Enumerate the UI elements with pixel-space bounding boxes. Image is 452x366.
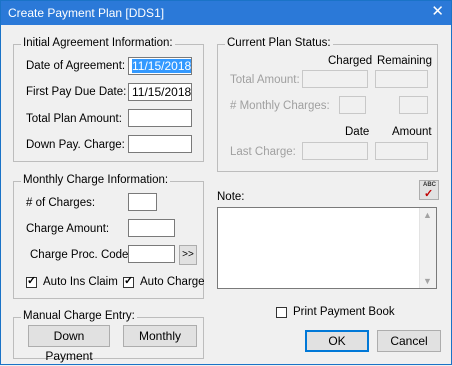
- title-bar[interactable]: Create Payment Plan [DDS1] ✕: [1, 1, 451, 25]
- charged-header: Charged: [328, 55, 373, 67]
- checkmark-icon: ✓: [27, 275, 37, 287]
- monthly-button[interactable]: Monthly: [123, 325, 197, 347]
- note-textarea[interactable]: ▲ ▼: [217, 207, 437, 289]
- date-of-agreement-label: Date of Agreement:: [26, 60, 126, 72]
- down-pay-charge-field[interactable]: [128, 135, 192, 153]
- print-payment-book-label[interactable]: Print Payment Book: [293, 306, 395, 318]
- create-payment-plan-dialog: Create Payment Plan [DDS1] ✕ Initial Agr…: [0, 0, 452, 365]
- proc-code-lookup-button[interactable]: >>: [179, 245, 197, 265]
- monthly-charge-group-label: Monthly Charge Information:: [21, 174, 171, 186]
- ok-button[interactable]: OK: [305, 330, 369, 352]
- total-plan-amount-label: Total Plan Amount:: [26, 113, 122, 125]
- charge-amount-label: Charge Amount:: [26, 223, 110, 235]
- first-pay-due-label: First Pay Due Date:: [26, 86, 127, 98]
- initial-agreement-group-label: Initial Agreement Information:: [21, 37, 175, 49]
- spellcheck-icon: ✓: [424, 188, 434, 200]
- last-charge-date-field: [302, 142, 368, 160]
- num-charges-label: # of Charges:: [26, 197, 96, 209]
- print-payment-book-checkbox[interactable]: [276, 307, 287, 318]
- num-charges-field[interactable]: [128, 193, 157, 211]
- total-plan-amount-field[interactable]: [128, 109, 192, 127]
- checkmark-icon: ✓: [124, 275, 134, 287]
- amount-header: Amount: [392, 126, 432, 138]
- date-of-agreement-field[interactable]: 11/15/2018: [128, 57, 192, 75]
- close-icon[interactable]: ✕: [431, 4, 444, 20]
- auto-ins-claim-label[interactable]: Auto Ins Claim: [43, 276, 118, 288]
- down-pay-charge-label: Down Pay. Charge:: [26, 139, 125, 151]
- scroll-down-icon[interactable]: ▼: [423, 276, 432, 286]
- scroll-up-icon[interactable]: ▲: [423, 210, 432, 220]
- last-charge-amount-field: [375, 142, 428, 160]
- date-header: Date: [345, 126, 370, 138]
- window-title: Create Payment Plan [DDS1]: [8, 6, 165, 20]
- total-amount-label: Total Amount:: [230, 74, 300, 86]
- monthly-charges-remaining-field: [399, 96, 428, 114]
- current-plan-status-group-label: Current Plan Status:: [225, 37, 333, 49]
- total-amount-remaining-field: [375, 70, 428, 88]
- auto-charge-checkbox[interactable]: ✓: [123, 275, 134, 288]
- remaining-header: Remaining: [377, 55, 432, 67]
- charge-amount-field[interactable]: [128, 219, 175, 237]
- auto-charge-label[interactable]: Auto Charge: [140, 276, 205, 288]
- note-label: Note:: [217, 191, 245, 203]
- monthly-charges-charged-field: [339, 96, 366, 114]
- cancel-button[interactable]: Cancel: [377, 330, 441, 352]
- first-pay-due-field[interactable]: 11/15/2018: [128, 83, 192, 101]
- manual-charge-group-label: Manual Charge Entry:: [21, 310, 137, 322]
- spellcheck-button[interactable]: ABC ✓: [419, 180, 439, 200]
- monthly-charges-label: # Monthly Charges:: [230, 100, 330, 112]
- total-amount-charged-field: [302, 70, 368, 88]
- charge-proc-code-field[interactable]: [128, 245, 175, 263]
- last-charge-label: Last Charge:: [230, 146, 296, 158]
- charge-proc-code-label: Charge Proc. Code:: [30, 249, 132, 261]
- auto-ins-claim-checkbox[interactable]: ✓: [26, 275, 37, 288]
- note-scrollbar[interactable]: ▲ ▼: [419, 208, 436, 288]
- date-of-agreement-value: 11/15/2018: [132, 59, 192, 73]
- down-payment-button[interactable]: Down Payment: [28, 325, 110, 363]
